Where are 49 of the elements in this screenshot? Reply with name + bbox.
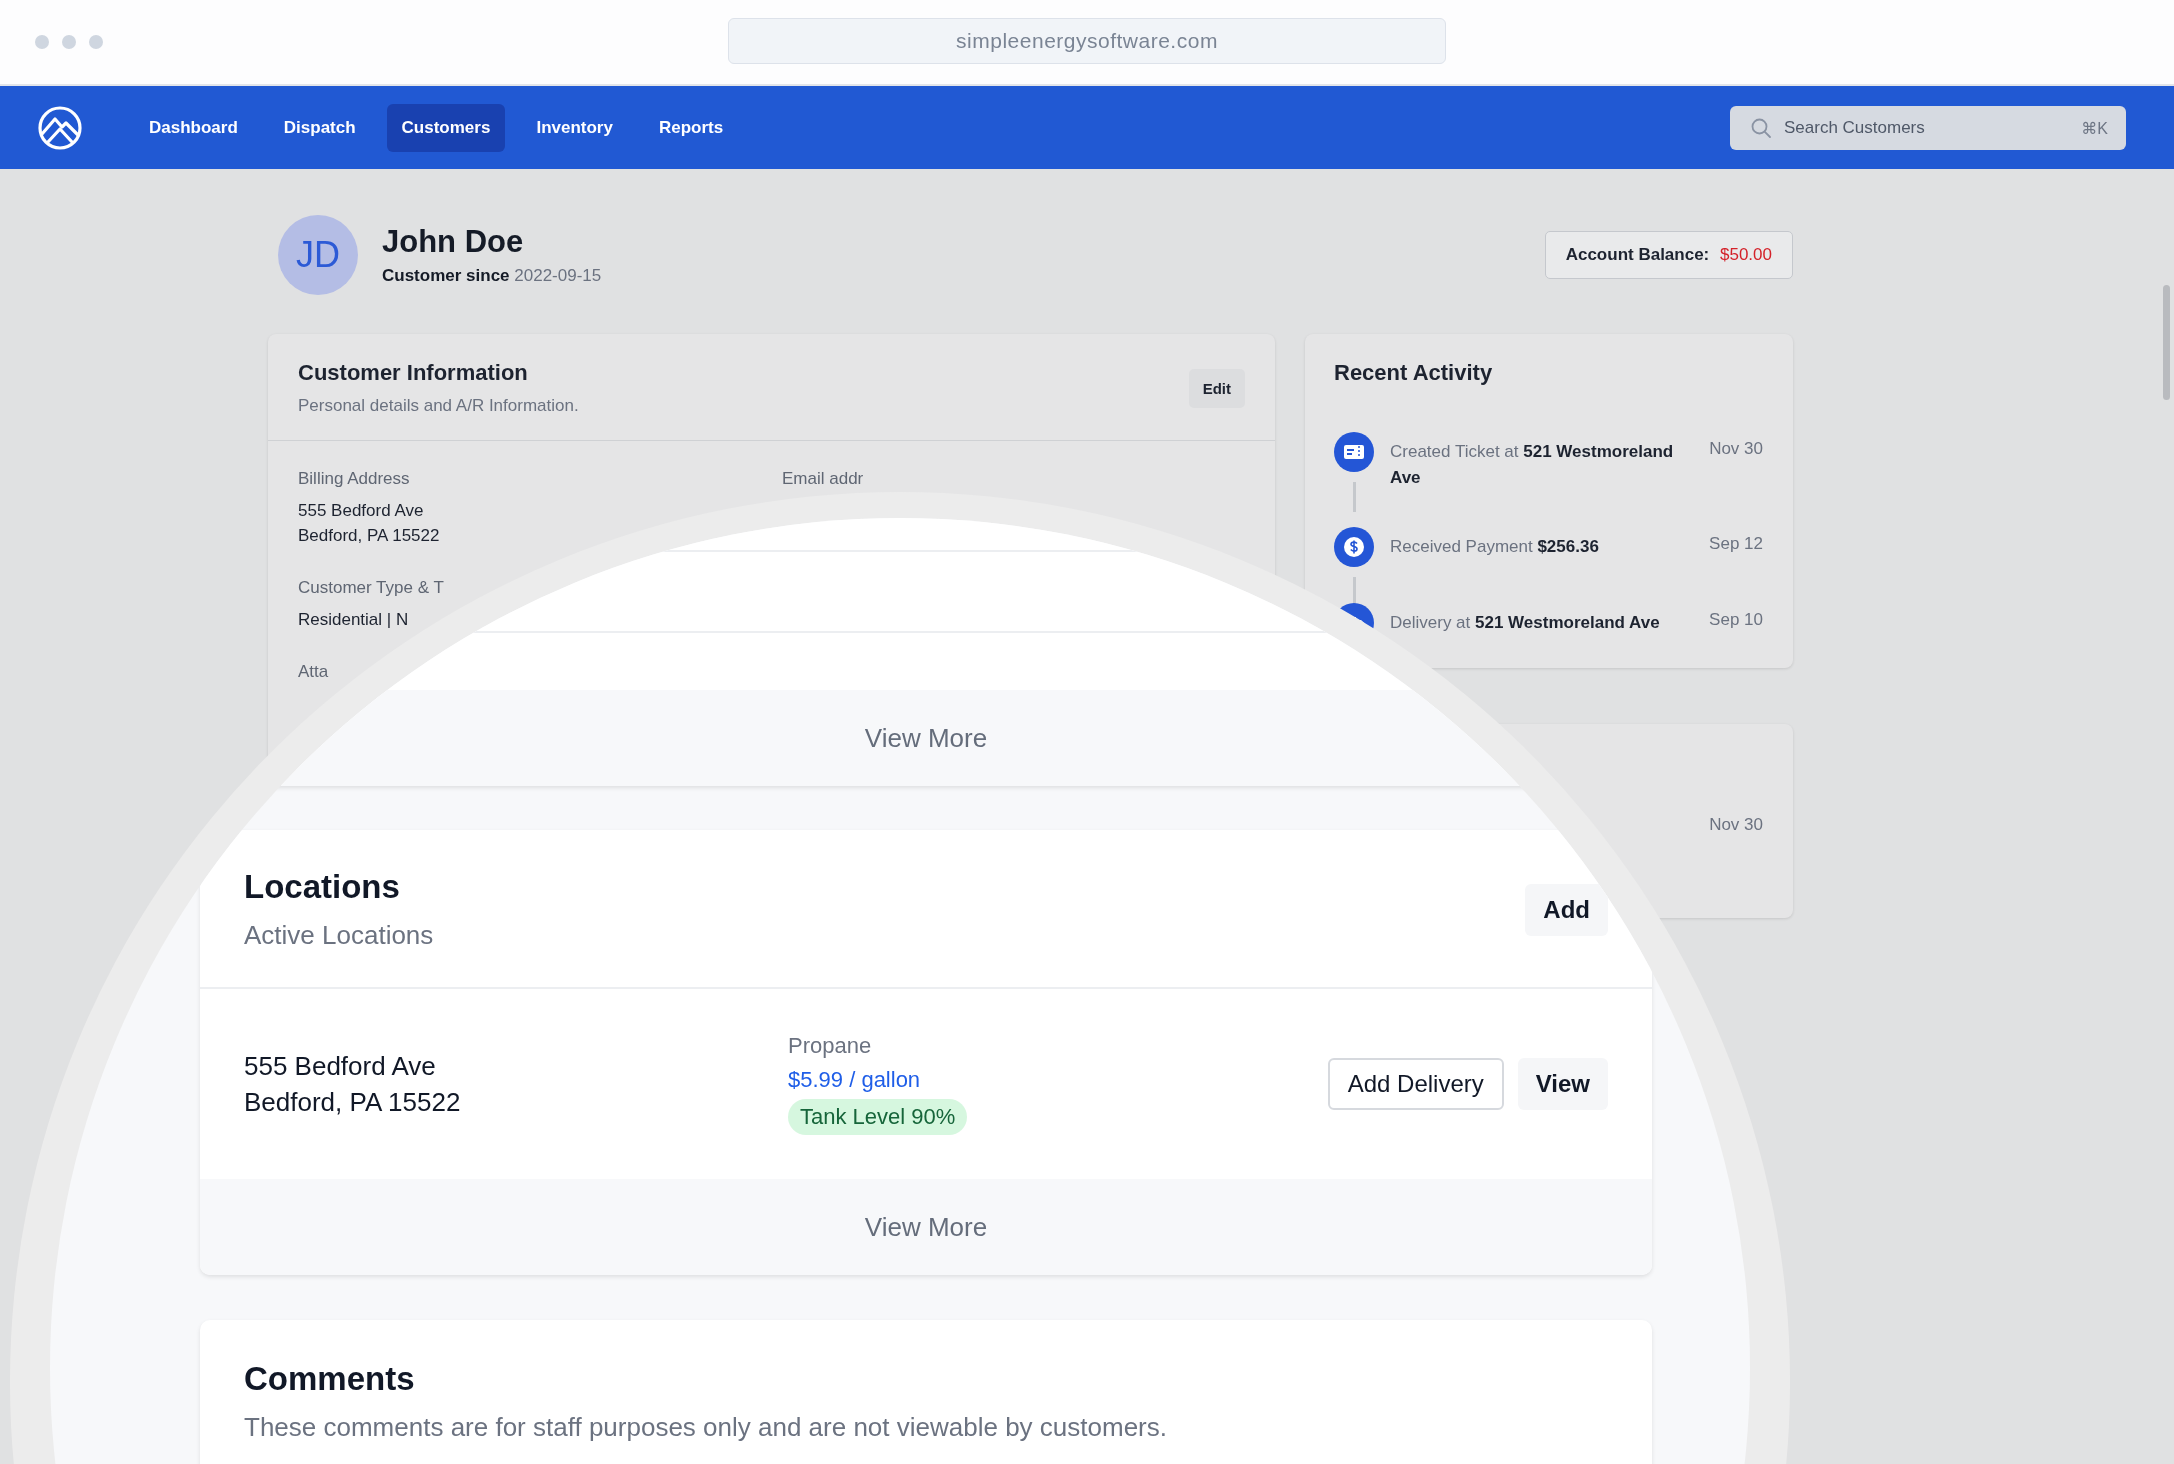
activity-text: Delivery at 521 Westmoreland Ave (1390, 612, 1661, 634)
field-value: Residential | N (298, 609, 410, 631)
card-title: Comments (244, 1360, 416, 1398)
card-title: Customer Information (298, 360, 529, 386)
edit-button[interactable]: Edit (1188, 368, 1245, 408)
nav-tab[interactable]: Dispatch (268, 103, 371, 152)
activity-date: Nov 30 (1709, 813, 1763, 835)
view-button[interactable]: View (1517, 1058, 1608, 1110)
activity-text: Received Payment $256.36 (1390, 536, 1600, 558)
field-label: Customer Type & T (298, 578, 444, 598)
tank-level-badge: Tank Level 90% (788, 1099, 968, 1135)
field-value: 555 Bedford Ave (298, 500, 425, 522)
view-more-button[interactable]: View More (856, 1207, 996, 1247)
add-delivery-button[interactable]: Add Delivery (1327, 1058, 1504, 1110)
shortcut-hint: ⌘K (2081, 118, 2108, 138)
card-subtitle: Active Locations (244, 920, 434, 951)
activity-date: Sep 12 (1709, 533, 1763, 554)
window-controls-icon (34, 34, 104, 50)
nav-tab[interactable]: Customers (386, 103, 506, 152)
view-more-button[interactable]: View More (856, 718, 996, 758)
nav-tab[interactable]: Reports (643, 103, 739, 152)
ticket-icon (1334, 432, 1374, 472)
card-title: Locations (244, 868, 401, 906)
fuel-type: Propane (788, 1033, 873, 1059)
card-subtitle: Personal details and A/R Information. (298, 396, 579, 416)
price-link[interactable]: $5.99 / gallon (788, 1067, 1328, 1093)
nav-tab[interactable]: Dashboard (134, 103, 253, 152)
card-title: Recent Activity (1334, 360, 1494, 386)
address-bar[interactable]: simpleenergysoftware.com (728, 18, 1446, 64)
card-subtitle: These comments are for staff purposes only and are not viewable by customers. (244, 1412, 1168, 1443)
add-button[interactable]: Add (1525, 883, 1608, 936)
field-label: Billing Address (298, 469, 410, 489)
scrollbar-thumb[interactable] (2163, 285, 2170, 400)
field-label: Atta (298, 662, 329, 682)
avatar: JD (278, 215, 358, 295)
field-label: Email addr (782, 469, 864, 489)
address-line: 555 Bedford Ave (244, 1050, 437, 1083)
activity-text: Created Ticket at 521 Westmoreland Ave (1390, 441, 1675, 489)
customer-since: Customer since 2022-09-15 (382, 266, 602, 286)
activity-date: Nov 30 (1709, 438, 1763, 459)
dollar-icon (1334, 527, 1374, 567)
nav-tab[interactable]: Inventory (521, 103, 628, 152)
account-balance: Account Balance: $50.00 (1544, 231, 1793, 279)
address-line: Bedford, PA 15522 (244, 1086, 462, 1119)
activity-date: Sep 10 (1709, 609, 1763, 630)
customer-name: John Doe (382, 224, 525, 260)
logo-icon (36, 103, 84, 152)
field-value: Bedford, PA 15522 (298, 525, 441, 547)
search-icon (1750, 116, 1772, 139)
